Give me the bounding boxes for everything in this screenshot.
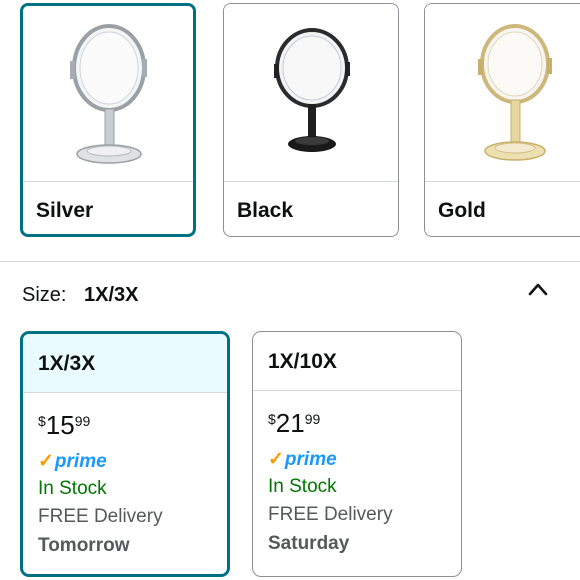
color-swatch-gold[interactable]: Gold — [424, 3, 580, 237]
option-header-divider — [23, 392, 227, 393]
stock-status: In Stock — [268, 476, 337, 497]
prime-label: prime — [54, 451, 107, 472]
swatch-divider — [224, 181, 398, 182]
size-selector-header: Size: 1X/3X — [22, 284, 139, 307]
price-whole: 15 — [45, 410, 75, 440]
delivery-day: Saturday — [268, 533, 350, 554]
size-option-1x10x[interactable]: 1X/10X $2199 ✓prime In Stock FREE Delive… — [252, 331, 462, 577]
delivery-text: FREE Delivery — [268, 504, 393, 525]
size-selected-value: 1X/3X — [84, 284, 139, 306]
prime-check-icon: ✓ — [268, 449, 284, 470]
chevron-up-icon[interactable] — [528, 282, 548, 296]
prime-badge: ✓prime — [38, 450, 107, 473]
swatch-label: Gold — [438, 199, 486, 222]
swatch-label: Silver — [36, 199, 94, 222]
size-key-label: Size: — [22, 284, 67, 306]
black-mirror-image — [224, 4, 398, 179]
swatch-divider — [425, 181, 580, 182]
option-price: $2199 — [268, 410, 320, 436]
prime-label: prime — [284, 449, 337, 470]
color-swatch-black[interactable]: Black — [223, 3, 399, 237]
swatch-label: Black — [237, 199, 294, 222]
prime-check-icon: ✓ — [38, 451, 54, 472]
option-title: 1X/3X — [38, 352, 96, 375]
price-whole: 21 — [275, 408, 305, 438]
size-option-1x3x[interactable]: 1X/3X $1599 ✓prime In Stock FREE Deliver… — [20, 331, 230, 577]
silver-mirror-image — [23, 6, 193, 181]
delivery-day: Tomorrow — [38, 535, 130, 556]
swatch-divider — [23, 181, 193, 182]
gold-mirror-image — [425, 4, 580, 179]
option-title: 1X/10X — [268, 350, 337, 373]
price-cents: 99 — [304, 411, 321, 427]
price-currency: $ — [38, 413, 46, 429]
section-divider — [0, 261, 580, 262]
delivery-text: FREE Delivery — [38, 506, 163, 527]
color-swatch-silver[interactable]: Silver — [20, 3, 196, 237]
prime-badge: ✓prime — [268, 448, 337, 471]
option-price: $1599 — [38, 412, 90, 438]
stock-status: In Stock — [38, 478, 107, 499]
option-header-divider — [253, 390, 461, 391]
price-cents: 99 — [74, 413, 91, 429]
price-currency: $ — [268, 411, 276, 427]
